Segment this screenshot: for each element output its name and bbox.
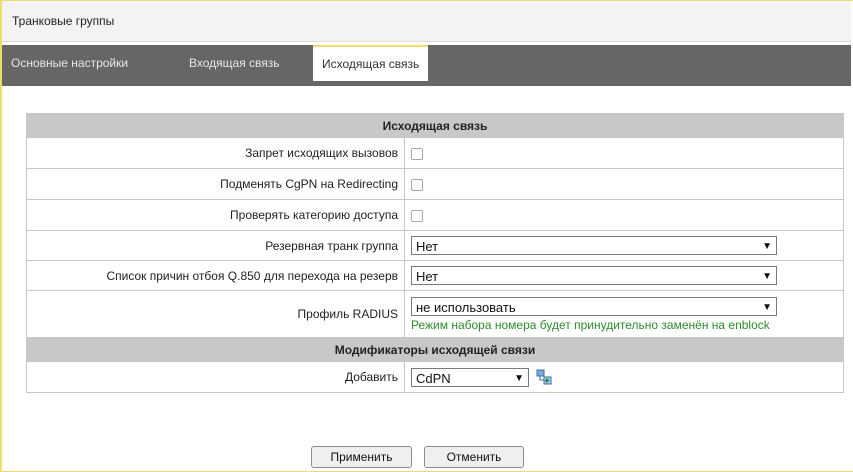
- apply-button[interactable]: Применить: [311, 446, 412, 468]
- q850-list-select[interactable]: Нет ▼: [411, 266, 777, 285]
- check-category-label: Проверять категорию доступа: [26, 199, 405, 231]
- outgoing-settings-table: Исходящая связь Запрет исходящих вызовов…: [26, 113, 844, 393]
- tab-basic-settings[interactable]: Основные настройки: [2, 45, 137, 81]
- q850-list-label: Список причин отбоя Q.850 для перехода н…: [26, 260, 405, 291]
- cancel-button[interactable]: Отменить: [424, 446, 524, 468]
- dropdown-arrow-icon: ▼: [514, 372, 524, 384]
- backup-trunk-value: Нет: [416, 239, 439, 254]
- add-modifier-value: CdPN: [416, 370, 451, 386]
- check-category-checkbox[interactable]: [411, 209, 423, 222]
- replace-cgpn-label: Подменять CgPN на Redirecting: [26, 168, 405, 200]
- page-title: Транковые группы: [12, 14, 115, 28]
- dropdown-arrow-icon: ▼: [762, 241, 772, 252]
- radius-profile-label: Профиль RADIUS: [26, 290, 405, 338]
- q850-list-value: Нет: [416, 269, 439, 284]
- dropdown-arrow-icon: ▼: [762, 271, 772, 282]
- section-header-modifiers: Модификаторы исходящей связи: [26, 337, 844, 362]
- replace-cgpn-checkbox[interactable]: [411, 178, 423, 191]
- block-outgoing-checkbox[interactable]: [411, 147, 423, 160]
- dropdown-arrow-icon: ▼: [762, 301, 772, 313]
- block-outgoing-label: Запрет исходящих вызовов: [26, 137, 405, 169]
- backup-trunk-label: Резервная транк группа: [26, 230, 405, 261]
- panel-header: Транковые группы: [2, 1, 851, 42]
- radius-profile-value: не использовать: [416, 299, 516, 315]
- tab-outgoing[interactable]: Исходящая связь: [313, 45, 429, 81]
- radius-hint: Режим набора номера будет принудительно …: [411, 317, 770, 332]
- tab-bar: Основные настройки Входящая связь Исходя…: [2, 45, 851, 86]
- tab-incoming[interactable]: Входящая связь: [180, 45, 289, 81]
- section-header-outgoing: Исходящая связь: [26, 113, 844, 138]
- add-modifier-icon[interactable]: [536, 369, 552, 385]
- radius-profile-select[interactable]: не использовать ▼: [411, 296, 777, 316]
- add-modifier-label: Добавить: [26, 361, 405, 393]
- backup-trunk-select[interactable]: Нет ▼: [411, 236, 777, 255]
- add-modifier-select[interactable]: CdPN ▼: [411, 367, 529, 387]
